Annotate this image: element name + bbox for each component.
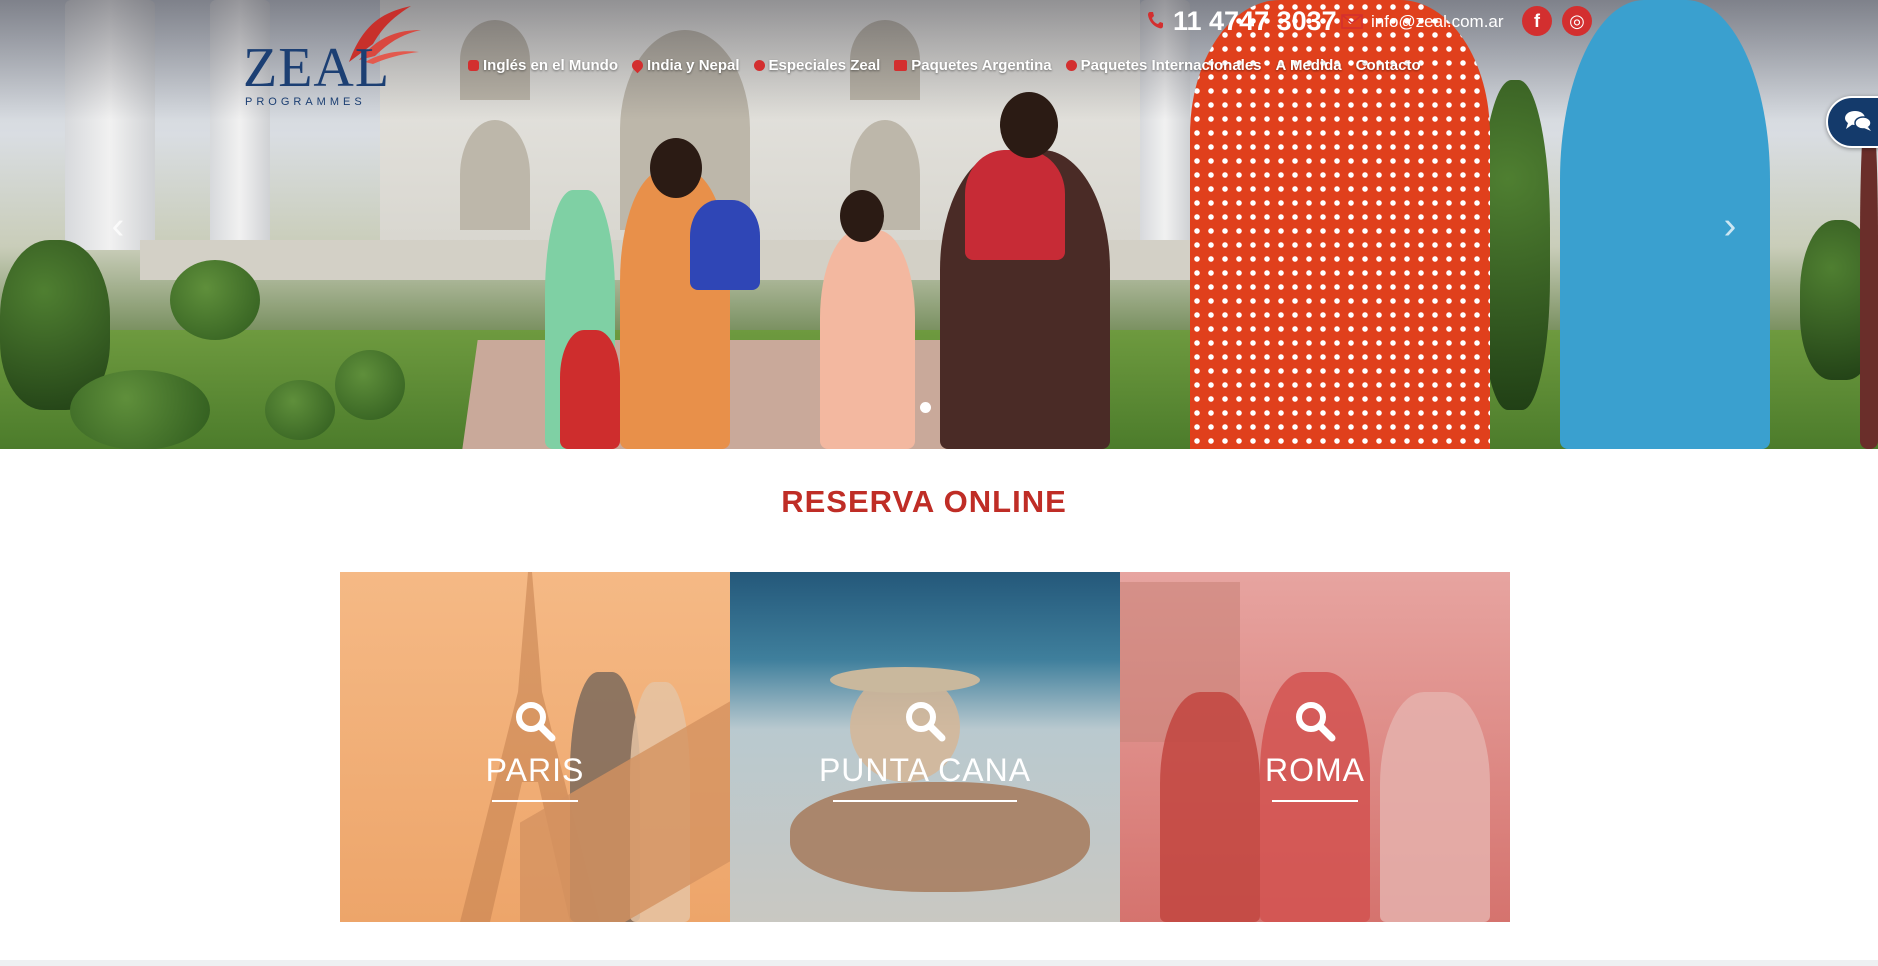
nav-item-ingles-en-el-mundo[interactable]: Inglés en el Mundo: [468, 57, 618, 74]
zeal-logo[interactable]: ZEAL PROGRAMMES: [243, 4, 433, 108]
footer-divider: [0, 960, 1878, 966]
nav-item-label: Paquetes Internacionales: [1080, 56, 1262, 74]
card-underline: [492, 800, 578, 802]
search-icon: [906, 702, 946, 742]
globe-icon: [1065, 59, 1077, 71]
card-label: PUNTA CANA: [818, 752, 1032, 788]
logo-subtitle: PROGRAMMES: [245, 96, 366, 108]
destination-card-paris[interactable]: PARIS: [340, 572, 730, 922]
card-underline: [833, 800, 1017, 802]
carousel-prev-button[interactable]: ‹: [104, 206, 132, 246]
nav-item-label: A Medida: [1275, 56, 1342, 74]
nav-item-label: Especiales Zeal: [768, 56, 881, 74]
nav-item-especiales-zeal[interactable]: Especiales Zeal: [753, 56, 881, 74]
search-icon: [1296, 702, 1336, 742]
card-label: ROMA: [1265, 752, 1365, 788]
map-pin-icon: [629, 57, 646, 73]
nav-item-label: India y Nepal: [647, 56, 740, 74]
nav-item-label: Paquetes Argentina: [911, 56, 1052, 74]
card-underline: [1272, 800, 1358, 802]
carousel-next-button[interactable]: ›: [1716, 206, 1744, 246]
mail-icon: [1341, 14, 1363, 29]
suitcase-icon: [894, 59, 908, 71]
nav-item-a-medida[interactable]: A Medida: [1276, 57, 1342, 74]
chat-icon: [1845, 111, 1872, 131]
section-title-reserva-online: RESERVA ONLINE: [781, 484, 1067, 519]
chat-widget-button[interactable]: [1826, 96, 1878, 148]
star-icon: [753, 59, 765, 71]
phone-number[interactable]: 11 4747 3037: [1173, 4, 1337, 38]
main-nav: Inglés en el Mundo India y Nepal Especia…: [468, 53, 1421, 77]
nav-item-india-y-nepal[interactable]: India y Nepal: [629, 56, 740, 74]
nav-item-paquetes-argentina[interactable]: Paquetes Argentina: [894, 56, 1052, 74]
phone-icon: [1148, 12, 1163, 29]
email-link[interactable]: info@zeal.com.ar: [1371, 11, 1504, 33]
nav-item-label: Inglés en el Mundo: [483, 56, 619, 74]
carousel-indicator-dot[interactable]: [920, 402, 931, 413]
search-icon: [516, 702, 556, 742]
nav-item-label: Contacto: [1355, 56, 1421, 74]
card-label: PARIS: [485, 752, 585, 788]
logo-wordmark: ZEAL: [243, 37, 391, 99]
nav-item-contacto[interactable]: Contacto: [1356, 57, 1421, 74]
instagram-icon[interactable]: ◎: [1562, 6, 1592, 36]
destination-card-punta-cana[interactable]: PUNTA CANA: [730, 572, 1120, 922]
destination-card-roma[interactable]: ROMA: [1120, 572, 1510, 922]
nav-item-paquetes-internacionales[interactable]: Paquetes Internacionales: [1065, 56, 1262, 74]
speech-bubble-icon: [468, 59, 479, 71]
facebook-icon[interactable]: f: [1522, 6, 1552, 36]
